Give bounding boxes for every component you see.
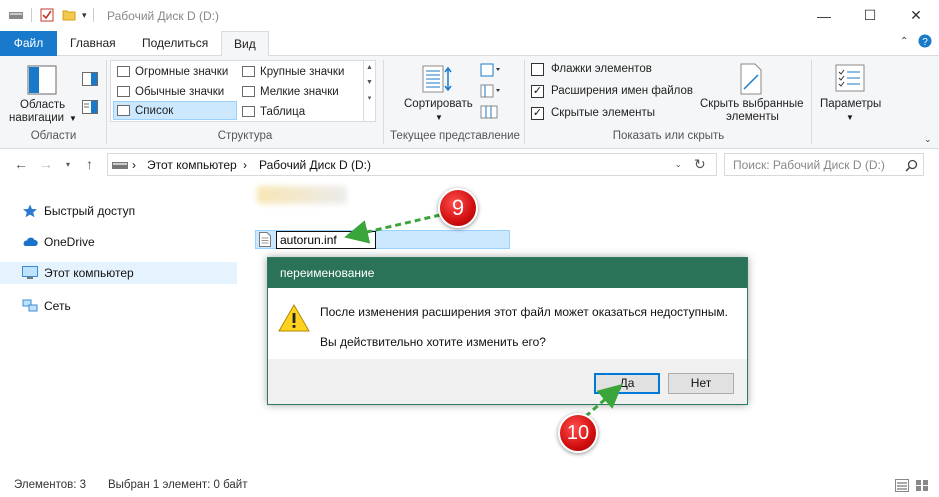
arrow-to-rename (344, 213, 441, 244)
annotation-arrows (344, 213, 623, 425)
step-marker-10: 10 (558, 413, 598, 453)
step-marker-9: 9 (438, 188, 478, 228)
